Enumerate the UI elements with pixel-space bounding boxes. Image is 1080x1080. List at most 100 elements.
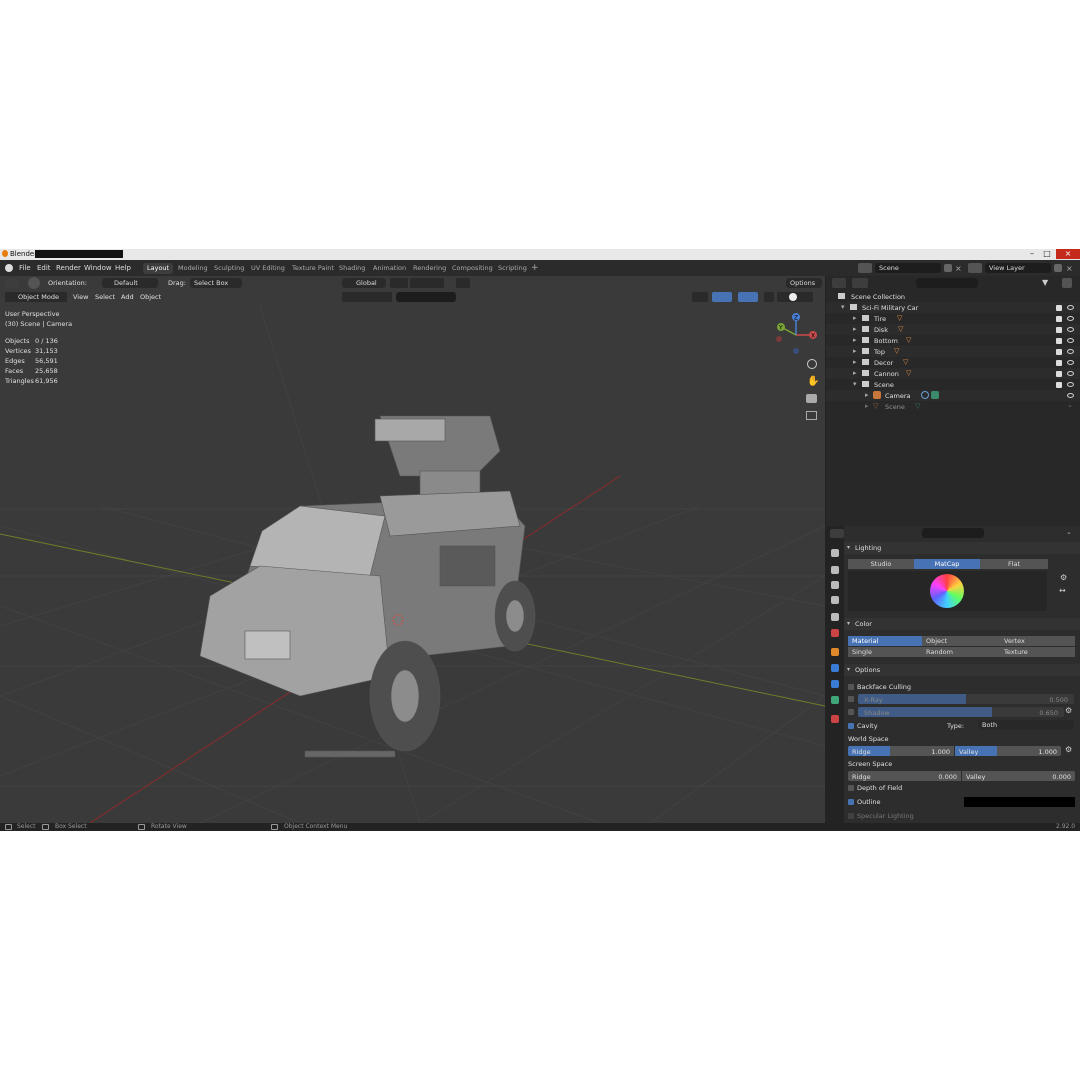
expand-arrow-icon[interactable]: ▸ bbox=[853, 336, 857, 344]
tool-tab-icon[interactable] bbox=[831, 549, 839, 557]
scroll-down-icon[interactable]: ⌄ bbox=[1067, 401, 1073, 409]
color-vertex-button[interactable]: Vertex bbox=[1000, 636, 1075, 646]
view-layer-tab-icon[interactable] bbox=[831, 596, 839, 604]
object-tab-icon[interactable] bbox=[831, 648, 839, 656]
viewport-search-input[interactable] bbox=[396, 292, 456, 302]
options-section-header[interactable]: ▾ Options bbox=[844, 664, 1080, 676]
exclude-checkbox[interactable] bbox=[1056, 360, 1062, 366]
depth-of-field-checkbox[interactable] bbox=[848, 785, 854, 791]
matcap-preview[interactable] bbox=[848, 571, 1047, 611]
color-random-button[interactable]: Random bbox=[922, 647, 1000, 657]
ws-valley-slider[interactable]: Valley 1.000 bbox=[955, 746, 1061, 756]
eye-icon[interactable] bbox=[1067, 382, 1074, 387]
add-workspace-icon[interactable]: + bbox=[531, 263, 539, 273]
color-object-button[interactable]: Object bbox=[922, 636, 1000, 646]
tab-animation[interactable]: Animation bbox=[369, 263, 410, 274]
zoom-icon[interactable] bbox=[807, 359, 817, 369]
outliner-row[interactable]: ▸ Disk ▽ bbox=[826, 324, 1080, 335]
expand-arrow-icon[interactable]: ▸ bbox=[853, 314, 857, 322]
color-single-button[interactable]: Single bbox=[848, 647, 922, 657]
gizmo-toggle-icon[interactable] bbox=[712, 292, 732, 302]
orientation-dropdown[interactable]: Default bbox=[102, 278, 158, 288]
tab-rendering[interactable]: Rendering bbox=[409, 263, 450, 274]
menu-render[interactable]: Render bbox=[56, 264, 81, 272]
color-section-header[interactable]: ▾ Color bbox=[844, 618, 1080, 630]
3d-viewport[interactable]: Orientation: Default Drag: Select Box Gl… bbox=[0, 276, 825, 823]
exclude-checkbox[interactable] bbox=[1056, 305, 1062, 311]
tab-scripting[interactable]: Scripting bbox=[494, 263, 531, 274]
gear-icon[interactable]: ⚙ bbox=[1060, 573, 1067, 582]
ws-ridge-slider[interactable]: Ridge 1.000 bbox=[848, 746, 954, 756]
select-tool-icon[interactable] bbox=[28, 277, 40, 289]
view-layer-field[interactable]: View Layer bbox=[985, 263, 1051, 273]
navigation-gizmo[interactable]: X Z Y bbox=[772, 311, 818, 357]
ss-ridge-slider[interactable]: Ridge 0.000 bbox=[848, 771, 961, 781]
outliner-editor-type-icon[interactable] bbox=[832, 278, 846, 288]
menu-help[interactable]: Help bbox=[115, 264, 131, 272]
outliner-row[interactable]: ▸ Decor ▽ bbox=[826, 357, 1080, 368]
pivot-icon[interactable] bbox=[390, 278, 408, 288]
color-texture-button[interactable]: Texture bbox=[1000, 647, 1075, 657]
outliner-search-input[interactable] bbox=[916, 278, 978, 288]
exclude-checkbox[interactable] bbox=[1056, 327, 1062, 333]
outliner-row[interactable]: ▾ Sci-Fi Military Car bbox=[826, 302, 1080, 313]
selectability-icons[interactable] bbox=[342, 292, 392, 302]
close-icon[interactable]: × bbox=[1056, 249, 1080, 259]
view-layer-icon[interactable] bbox=[968, 263, 982, 273]
menu-edit[interactable]: Edit bbox=[37, 264, 51, 272]
xray-toggle-icon[interactable] bbox=[764, 292, 774, 302]
scene-name-field[interactable]: Scene bbox=[875, 263, 941, 273]
exclude-checkbox[interactable] bbox=[1056, 316, 1062, 322]
constraint-tab-icon[interactable] bbox=[831, 696, 839, 704]
lighting-matcap-button[interactable]: MatCap bbox=[914, 559, 980, 569]
menu-object[interactable]: Object bbox=[140, 293, 161, 301]
tab-uv-editing[interactable]: UV Editing bbox=[247, 263, 289, 274]
overlay-toggle-icon[interactable] bbox=[738, 292, 758, 302]
remove-view-layer-icon[interactable]: × bbox=[1066, 264, 1073, 273]
render-tab-icon[interactable] bbox=[831, 566, 839, 574]
backface-culling-checkbox[interactable] bbox=[848, 684, 854, 690]
collapse-arrow-icon[interactable]: ▾ bbox=[853, 380, 857, 388]
scene-selector-icon[interactable] bbox=[858, 263, 872, 273]
properties-search-input[interactable] bbox=[922, 528, 984, 538]
outliner-row[interactable]: ▾ Scene bbox=[826, 379, 1080, 390]
tab-compositing[interactable]: Compositing bbox=[448, 263, 497, 274]
tab-shading[interactable]: Shading bbox=[335, 263, 369, 274]
eye-icon[interactable] bbox=[1067, 371, 1074, 376]
maximize-icon[interactable]: □ bbox=[1040, 249, 1054, 259]
menu-window[interactable]: Window bbox=[84, 264, 112, 272]
options-dropdown[interactable]: Options bbox=[786, 278, 822, 288]
eye-icon[interactable] bbox=[1067, 349, 1074, 354]
drag-dropdown[interactable]: Select Box bbox=[190, 278, 242, 288]
new-view-layer-icon[interactable] bbox=[1054, 264, 1062, 272]
camera-view-icon[interactable] bbox=[806, 394, 817, 403]
outliner-row[interactable]: ▸ Tire ▽ bbox=[826, 313, 1080, 324]
collapse-arrow-icon[interactable]: ▾ bbox=[841, 303, 845, 311]
exclude-checkbox[interactable] bbox=[1056, 349, 1062, 355]
gear-icon[interactable]: ⚙ bbox=[1065, 745, 1072, 754]
scene-tab-icon[interactable] bbox=[831, 613, 839, 621]
expand-arrow-icon[interactable]: ▸ bbox=[853, 369, 857, 377]
outliner-row-root[interactable]: Scene Collection bbox=[826, 291, 1080, 302]
ortho-grid-icon[interactable] bbox=[806, 411, 817, 420]
proportional-edit-icon[interactable] bbox=[456, 278, 470, 288]
flip-matcap-icon[interactable]: ↔ bbox=[1059, 586, 1066, 595]
tab-layout[interactable]: Layout bbox=[143, 263, 174, 274]
expand-arrow-icon[interactable]: ▸ bbox=[865, 391, 869, 399]
outline-checkbox[interactable] bbox=[848, 799, 854, 805]
tab-sculpting[interactable]: Sculpting bbox=[210, 263, 248, 274]
shadow-slider[interactable]: Shadow 0.650 bbox=[858, 707, 1064, 717]
color-material-button[interactable]: Material bbox=[848, 636, 922, 646]
expand-arrow-icon[interactable]: ▸ bbox=[865, 402, 869, 410]
eye-icon[interactable] bbox=[1067, 393, 1074, 398]
visibility-icon[interactable] bbox=[692, 292, 708, 302]
expand-arrow-icon[interactable]: ▸ bbox=[853, 358, 857, 366]
specular-checkbox[interactable] bbox=[848, 813, 854, 819]
ss-valley-slider[interactable]: Valley 0.000 bbox=[962, 771, 1075, 781]
gear-icon[interactable]: ⚙ bbox=[1065, 706, 1072, 715]
outliner-row[interactable]: ▸ Camera bbox=[826, 390, 1080, 401]
solid-shading-icon[interactable] bbox=[789, 293, 797, 301]
properties-editor-type-icon[interactable] bbox=[830, 529, 844, 538]
mode-dropdown[interactable]: Object Mode bbox=[18, 293, 59, 301]
menu-add[interactable]: Add bbox=[121, 293, 134, 301]
